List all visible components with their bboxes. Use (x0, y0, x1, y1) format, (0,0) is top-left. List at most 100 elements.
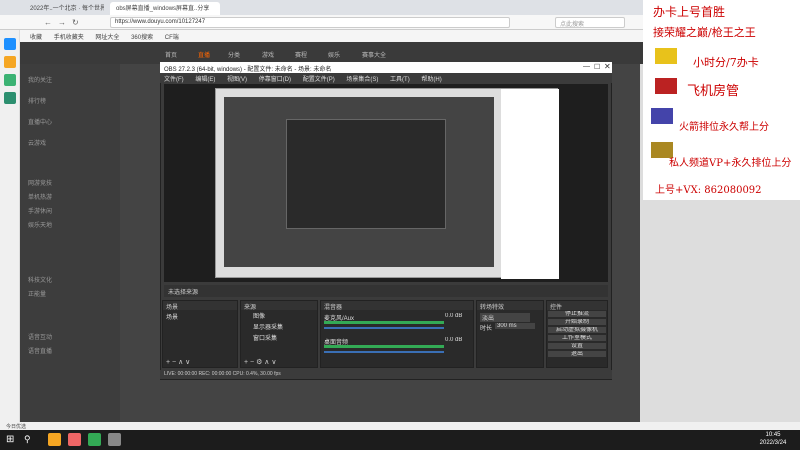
overlay-line: 上号+VX: 862080092 (655, 185, 762, 196)
virtual-camera-button[interactable]: 启动虚拟摄像机 (547, 326, 607, 334)
sidebar-item[interactable]: 手游休闲 (28, 206, 52, 215)
url-input[interactable]: https://www.douyu.com/10127247 (110, 17, 510, 28)
app-icon[interactable] (4, 38, 16, 50)
menu-item[interactable]: 场景集合(S) (346, 77, 378, 83)
menu-item[interactable]: 文件(F) (164, 77, 184, 83)
sidebar-item[interactable]: 我的关注 (28, 75, 52, 84)
source-item[interactable]: 显示器采集 (241, 321, 317, 332)
taskbar-clock[interactable]: 10:45 2022/3/24 (748, 431, 798, 449)
menu-item[interactable]: 视图(V) (227, 77, 247, 83)
minimize-icon[interactable]: — (583, 63, 590, 70)
app-icon[interactable] (4, 92, 16, 104)
tab-1[interactable]: 2022年..一个北京 · 每个世界 (24, 2, 104, 15)
nested-overlay (501, 89, 559, 279)
nav-item[interactable]: 赛事大全 (362, 50, 386, 59)
search-input[interactable]: 点此搜索 (555, 17, 625, 28)
sidebar-item[interactable]: 正能量 (28, 289, 46, 298)
nav-item[interactable]: 游戏 (262, 50, 274, 59)
sources-dock: 来源 图像 显示器采集 窗口采集 + − ⚙ ∧ ∨ (240, 300, 318, 368)
sidebar-item[interactable]: 单机热游 (28, 192, 52, 201)
menu-item[interactable]: 编辑(E) (195, 77, 215, 83)
menu-item[interactable]: 帮助(H) (421, 77, 441, 83)
sidebar-item[interactable]: 网游竞技 (28, 178, 52, 187)
menu-item[interactable]: 工具(T) (390, 77, 410, 83)
taskbar-app-icon[interactable] (68, 433, 81, 446)
sidebar-item[interactable]: 直播中心 (28, 117, 52, 126)
taskbar-app-icon[interactable] (108, 433, 121, 446)
preview-capture (215, 88, 559, 279)
dock-title: 混音器 (321, 301, 473, 311)
start-recording-button[interactable]: 开始录制 (547, 318, 607, 326)
add-icon[interactable]: + − ⚙ ∧ ∨ (244, 358, 276, 366)
settings-button[interactable]: 设置 (547, 342, 607, 350)
mixer-track-db: 0.0 dB (445, 313, 463, 319)
windows-start-icon[interactable]: ⊞ (6, 434, 14, 445)
mixer-dock: 混音器 麦克风/Aux 0.0 dB 桌面音频 0.0 dB (320, 300, 474, 368)
source-item[interactable]: 窗口采集 (241, 332, 317, 343)
sidebar-item[interactable]: 云游戏 (28, 138, 46, 147)
menu-item[interactable]: 配置文件(P) (303, 77, 335, 83)
overlay-line: 办卡上号首胜 (653, 5, 726, 19)
bookmark-item[interactable]: 360搜索 (131, 35, 153, 41)
volume-slider[interactable] (324, 351, 444, 353)
app-icon[interactable] (4, 74, 16, 86)
duration-input[interactable]: 300 ms (495, 323, 535, 329)
studio-mode-button[interactable]: 工作室模式 (547, 334, 607, 342)
bookmark-item[interactable]: CF端 (165, 35, 179, 41)
clock-time: 10:45 (765, 432, 781, 438)
search-icon[interactable]: ⚲ (24, 434, 31, 445)
dock-title: 控件 (547, 301, 607, 311)
bookmark-item[interactable]: 收藏 (30, 35, 42, 41)
image-icon (651, 108, 673, 124)
dock-title: 转场特效 (477, 301, 543, 311)
nav-item[interactable]: 娱乐 (328, 50, 340, 59)
browser-status-bar: 今日优选 (0, 422, 800, 430)
nav-item[interactable]: 首页 (165, 50, 177, 59)
close-icon[interactable]: ✕ (604, 62, 611, 71)
app-icon[interactable] (4, 56, 16, 68)
taskbar-app-icon[interactable] (88, 433, 101, 446)
mixer-track-db: 0.0 dB (445, 337, 463, 343)
overlay-line: 接荣耀之巅/枪王之王 (653, 26, 756, 39)
taskbar-app-icon[interactable] (48, 433, 61, 446)
image-icon (655, 48, 677, 64)
sidebar-item[interactable]: 语音互动 (28, 332, 52, 341)
tab-2[interactable]: obs屏幕直播_windows屏幕直..分享 (110, 2, 220, 15)
sidebar-item[interactable]: 娱乐天地 (28, 220, 52, 229)
sidebar-item[interactable]: 语音直播 (28, 346, 52, 355)
controls-dock: 控件 停止推流 开始录制 启动虚拟摄像机 工作室模式 设置 退出 (546, 300, 608, 368)
exit-button[interactable]: 退出 (547, 350, 607, 358)
overlay-line: 飞机房管 (687, 84, 740, 99)
scenes-dock: 场景 场景 + − ∧ ∨ (162, 300, 238, 368)
sidebar-item[interactable]: 科技文化 (28, 275, 52, 284)
back-icon[interactable]: ← (44, 18, 52, 27)
bookmark-item[interactable]: 网址大全 (95, 35, 119, 41)
side-app-dock (0, 30, 20, 430)
overlay-line: 小时分/7办卡 (693, 56, 759, 69)
transitions-dock: 转场特效 淡出 时长 300 ms (476, 300, 544, 368)
clock-date: 2022/3/24 (759, 440, 787, 446)
bookmark-item[interactable]: 手机收藏夹 (54, 35, 84, 41)
obs-title-bar: OBS 27.2.3 (64-bit, windows) - 配置文件: 未命名… (160, 62, 612, 73)
nav-item[interactable]: 分类 (228, 50, 240, 59)
maximize-icon[interactable]: ☐ (594, 63, 600, 71)
forward-icon[interactable]: → (58, 18, 66, 27)
menu-item[interactable]: 停靠窗口(D) (259, 77, 291, 83)
sidebar-item[interactable]: 排行榜 (28, 96, 46, 105)
duration-label: 时长 (480, 326, 493, 332)
scene-item[interactable]: 场景 (163, 310, 237, 323)
stop-stream-button[interactable]: 停止推流 (547, 310, 607, 318)
nested-obs (286, 119, 446, 229)
overlay-line: 火箭排位永久帮上分 (679, 122, 769, 133)
nav-item[interactable]: 直播 (198, 50, 210, 59)
overlay-line: 私人频道VP+永久排位上分 (669, 158, 792, 169)
dock-title: 场景 (163, 301, 237, 311)
transition-select[interactable]: 淡出 (480, 313, 530, 322)
source-item[interactable]: 图像 (241, 310, 317, 321)
obs-status-bar: LIVE: 00:00:00 REC: 00:00:00 CPU: 0.4%, … (160, 370, 612, 379)
no-source-label: 未选择来源 (168, 290, 199, 296)
nav-item[interactable]: 赛程 (295, 50, 307, 59)
volume-slider[interactable] (324, 327, 444, 329)
refresh-icon[interactable]: ↻ (72, 18, 79, 27)
add-icon[interactable]: + − ∧ ∨ (166, 358, 190, 366)
